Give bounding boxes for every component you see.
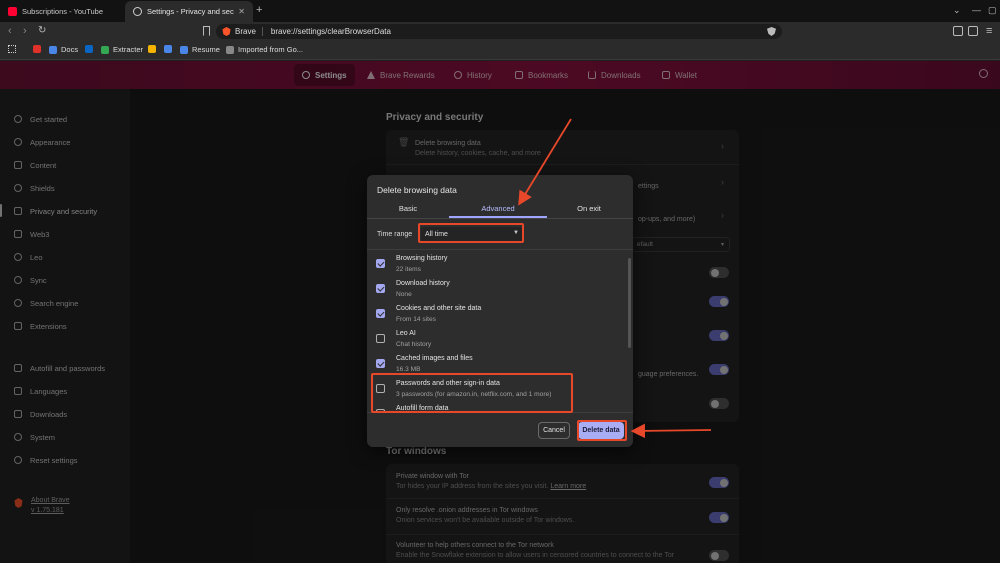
address-bar[interactable]: Brave brave://settings/clearBrowserData (216, 24, 782, 39)
window-menu-icon[interactable]: ⌄ (953, 5, 961, 16)
bookmark-imported-folder[interactable]: Imported from Go... (226, 45, 303, 54)
bookmark-extracter[interactable]: Extracter (101, 45, 143, 54)
scrollbar[interactable] (628, 258, 631, 348)
tab-settings[interactable]: Settings - Privacy and security ✕ (125, 1, 253, 22)
minimize-icon[interactable]: — (972, 5, 981, 15)
dialog-title: Delete browsing data (377, 185, 457, 195)
item-title: Leo AI (396, 330, 416, 337)
annotation-box-time-range (418, 223, 524, 243)
item-subtitle: Chat history (396, 341, 432, 348)
checkbox-cookies[interactable] (376, 309, 385, 318)
sheet-icon (101, 45, 109, 54)
bookmark-label: Resume (192, 45, 220, 54)
item-title: Download history (396, 280, 450, 287)
gear-icon (133, 7, 142, 16)
sidebar-toggle-icon[interactable] (968, 26, 978, 36)
note-icon (148, 45, 156, 53)
docs-icon (180, 45, 188, 54)
item-title: Cookies and other site data (396, 305, 482, 312)
bookmark-label: Imported from Go... (238, 45, 304, 54)
toolbar: ‹ › ↻ Brave brave://settings/clearBrowse… (0, 22, 1000, 41)
brave-logo-icon (222, 27, 231, 36)
folder-icon (226, 45, 234, 54)
tab-youtube[interactable]: Subscriptions - YouTube (0, 1, 125, 22)
apps-icon[interactable] (8, 45, 16, 53)
time-range-label: Time range (377, 231, 413, 238)
annotation-box-passwords (371, 373, 573, 413)
browser-window: Subscriptions - YouTube Settings - Priva… (0, 0, 1000, 563)
bookmarks-bar: Docs Extracter Resume Imported from Go..… (0, 41, 1000, 60)
bookmark-label: Extracter (113, 45, 144, 54)
reload-icon[interactable]: ↻ (38, 25, 46, 36)
people-icon (164, 45, 172, 53)
youtube-icon (33, 45, 41, 53)
bookmark-people[interactable] (164, 45, 176, 53)
item-subtitle: 22 items (396, 266, 421, 273)
new-tab-icon[interactable]: + (256, 4, 262, 16)
bookmark-youtube[interactable] (33, 45, 45, 53)
bookmark-icon[interactable] (203, 26, 210, 36)
checkbox-browsing-history[interactable] (376, 259, 385, 268)
item-subtitle: From 14 sites (396, 316, 436, 323)
item-title: Browsing history (396, 255, 448, 262)
forward-icon[interactable]: › (23, 25, 27, 37)
tab-title: Settings - Privacy and security (147, 7, 234, 16)
docs-icon (49, 45, 57, 54)
bookmark-linkedin[interactable] (85, 45, 97, 53)
brave-shields-icon[interactable] (767, 27, 776, 36)
bookmark-yellow[interactable] (148, 45, 160, 53)
item-subtitle: 16.3 MB (396, 366, 421, 373)
cancel-button[interactable]: Cancel (538, 422, 570, 439)
close-icon[interactable]: ✕ (238, 7, 245, 16)
extensions-icon[interactable] (953, 26, 963, 36)
checkbox-cached-images[interactable] (376, 359, 385, 368)
tab-advanced[interactable]: Advanced (454, 204, 542, 213)
back-icon[interactable]: ‹ (8, 25, 12, 37)
active-tab-underline (449, 216, 547, 218)
divider (261, 27, 263, 36)
tab-on-exit[interactable]: On exit (545, 204, 633, 213)
item-subtitle: None (396, 291, 412, 298)
bookmark-label: Docs (61, 45, 79, 54)
checkbox-download-history[interactable] (376, 284, 385, 293)
linkedin-icon (85, 45, 93, 53)
youtube-icon (8, 7, 17, 16)
tab-strip: Subscriptions - YouTube Settings - Priva… (0, 0, 1000, 22)
annotation-box-delete (577, 420, 627, 441)
url-text: brave://settings/clearBrowserData (270, 27, 391, 36)
tab-basic[interactable]: Basic (364, 204, 452, 213)
checkbox-leo-ai[interactable] (376, 334, 385, 343)
browser-name: Brave (235, 27, 256, 36)
tab-title: Subscriptions - YouTube (22, 7, 104, 16)
item-title: Cached images and files (396, 355, 473, 362)
menu-icon[interactable]: ≡ (986, 25, 992, 37)
bookmark-resume[interactable]: Resume (180, 45, 220, 54)
bookmark-docs[interactable]: Docs (49, 45, 78, 54)
tab-divider (367, 218, 633, 219)
maximize-icon[interactable]: ▢ (988, 5, 997, 16)
